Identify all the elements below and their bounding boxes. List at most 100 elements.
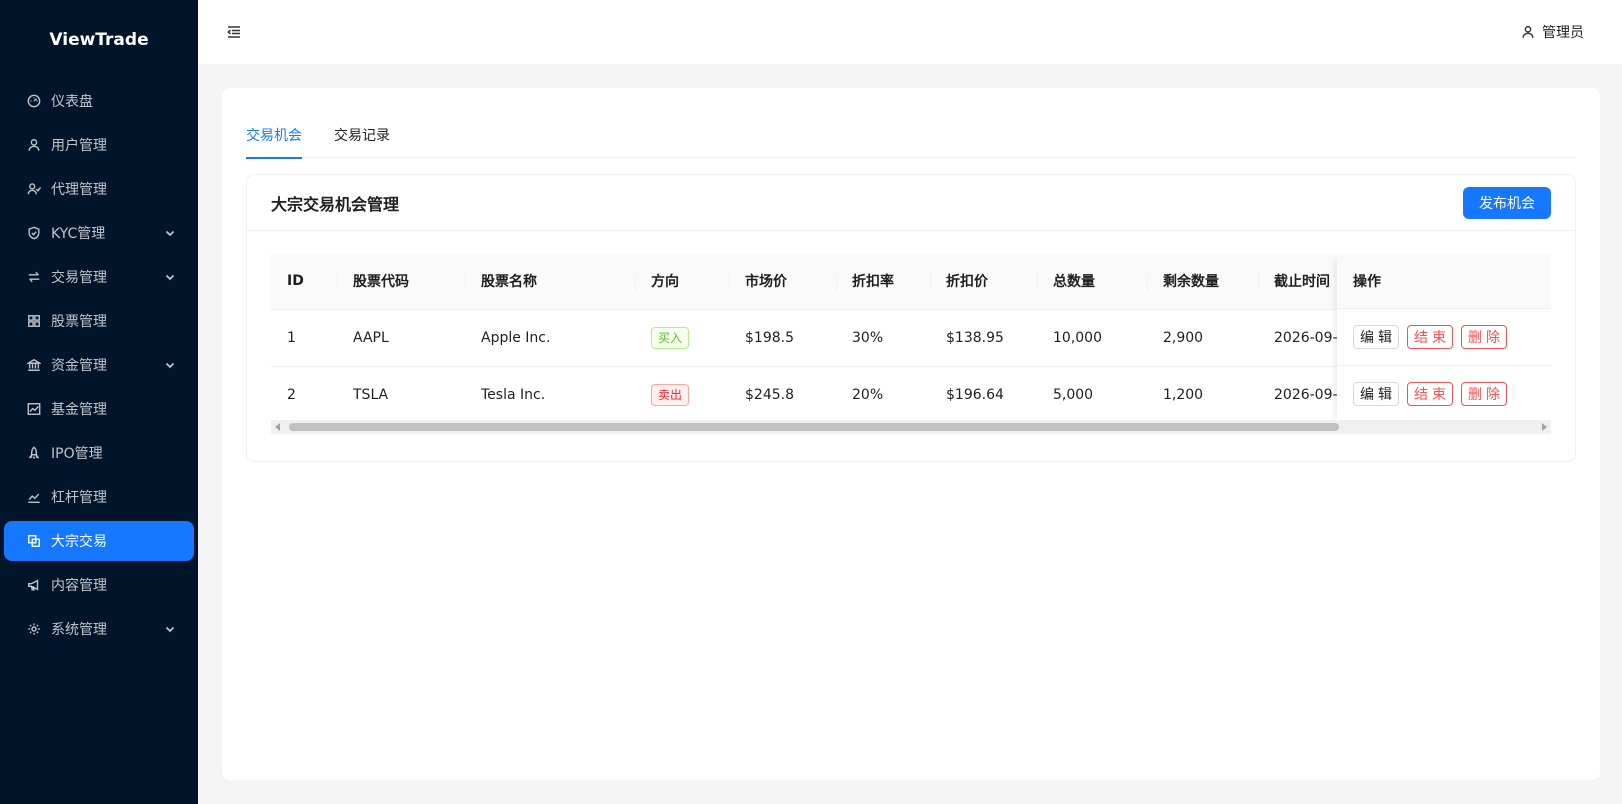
cell-discount-price: $196.64 — [930, 366, 1037, 424]
sidebar-item-funds-capital[interactable]: 资金管理 — [4, 345, 194, 385]
cell-name: Tesla Inc. — [465, 366, 635, 424]
block-icon — [26, 533, 42, 549]
grid-icon — [26, 313, 42, 329]
sidebar-item-ipo[interactable]: IPO管理 — [4, 433, 194, 473]
card-title: 大宗交易机会管理 — [271, 194, 400, 214]
cell-remaining: 1,200 — [1147, 366, 1258, 424]
cell-code: AAPL — [337, 309, 465, 367]
cell-name: Apple Inc. — [465, 309, 635, 367]
cell-market-price: $198.5 — [729, 309, 836, 367]
sidebar-item-label: 大宗交易 — [51, 534, 107, 550]
direction-tag: 卖出 — [651, 383, 690, 406]
cell-direction: 买入 — [635, 309, 729, 367]
edit-button[interactable]: 编辑 — [1353, 325, 1399, 349]
opportunities-table: ID 股票代码 股票名称 方向 市场价 折扣率 折扣价 总数量 剩余数量 截止时… — [271, 254, 1551, 438]
sidebar-item-leverage[interactable]: 杠杆管理 — [4, 477, 194, 517]
end-button[interactable]: 结束 — [1407, 325, 1453, 349]
end-button[interactable]: 结束 — [1407, 382, 1453, 406]
column-header: 股票代码 — [337, 254, 465, 310]
swap-icon — [26, 269, 42, 285]
column-header: 市场价 — [729, 254, 836, 310]
column-header: ID — [271, 254, 337, 310]
tab-bar: 交易机会 交易记录 — [246, 124, 1576, 159]
edit-button[interactable]: 编辑 — [1353, 382, 1399, 406]
publish-opportunity-button[interactable]: 发布机会 — [1463, 186, 1551, 219]
fund-chart-icon — [26, 401, 42, 417]
chevron-down-icon — [164, 271, 176, 283]
user-icon — [26, 137, 42, 153]
sidebar-item-label: 杠杆管理 — [51, 490, 107, 506]
sidebar-item-agents[interactable]: 代理管理 — [4, 169, 194, 209]
sidebar-item-trading[interactable]: 交易管理 — [4, 257, 194, 297]
horizontal-scrollbar[interactable] — [271, 420, 1551, 434]
line-chart-icon — [26, 489, 42, 505]
cell-total: 5,000 — [1037, 366, 1147, 424]
cell-discount-rate: 30% — [836, 309, 930, 367]
sidebar-item-users[interactable]: 用户管理 — [4, 125, 194, 165]
column-header: 折扣率 — [836, 254, 930, 310]
sidebar-item-label: KYC管理 — [51, 226, 106, 242]
scroll-thumb[interactable] — [289, 423, 1339, 431]
delete-button[interactable]: 删除 — [1461, 325, 1507, 349]
sidebar-item-kyc[interactable]: KYC管理 — [4, 213, 194, 253]
column-header: 剩余数量 — [1147, 254, 1258, 310]
sidebar-item-label: 交易管理 — [51, 270, 107, 286]
top-header: 管理员 — [198, 0, 1622, 64]
cell-discount-price: $138.95 — [930, 309, 1037, 367]
sidebar-item-fund[interactable]: 基金管理 — [4, 389, 194, 429]
sidebar-item-system[interactable]: 系统管理 — [4, 609, 194, 649]
sidebar-item-label: 资金管理 — [51, 358, 107, 374]
cell-total: 10,000 — [1037, 309, 1147, 367]
column-header: 总数量 — [1037, 254, 1147, 310]
cell-id: 1 — [271, 309, 337, 367]
user-icon — [1522, 26, 1534, 38]
sidebar-menu: 仪表盘 用户管理 代理管理 KYC管理 交易管理 股票管理 资金管理 基金管理 … — [0, 80, 198, 649]
agent-icon — [26, 181, 42, 197]
tab-records[interactable]: 交易记录 — [334, 124, 390, 158]
bank-icon — [26, 357, 42, 373]
rocket-icon — [26, 445, 42, 461]
sidebar-item-label: 代理管理 — [51, 182, 107, 198]
sidebar-item-label: 股票管理 — [51, 314, 107, 330]
chevron-down-icon — [164, 227, 176, 239]
user-menu[interactable]: 管理员 — [1521, 22, 1584, 42]
cell-market-price: $245.8 — [729, 366, 836, 424]
megaphone-icon — [26, 577, 42, 593]
cell-id: 2 — [271, 366, 337, 424]
cell-discount-rate: 20% — [836, 366, 930, 424]
sidebar-item-label: 基金管理 — [51, 402, 107, 418]
cell-remaining: 2,900 — [1147, 309, 1258, 367]
sidebar-item-label: 内容管理 — [51, 578, 107, 594]
ops-row: 编辑 结束 删除 — [1337, 366, 1551, 423]
sidebar-item-label: 用户管理 — [51, 138, 107, 154]
sidebar-item-label: 仪表盘 — [51, 94, 93, 110]
card-header: 大宗交易机会管理 发布机会 — [247, 175, 1575, 231]
cell-direction: 卖出 — [635, 366, 729, 424]
menu-fold-icon[interactable] — [226, 24, 242, 40]
column-header: 方向 — [635, 254, 729, 310]
tab-opportunities[interactable]: 交易机会 — [246, 124, 302, 159]
sidebar: ViewTrade 仪表盘 用户管理 代理管理 KYC管理 交易管理 股票管理 — [0, 0, 198, 804]
fixed-ops-column: 操作 编辑 结束 删除 编辑 结束 删除 — [1337, 254, 1551, 423]
sidebar-item-stocks[interactable]: 股票管理 — [4, 301, 194, 341]
shield-check-icon — [26, 225, 42, 241]
sidebar-item-block-trade[interactable]: 大宗交易 — [4, 521, 194, 561]
dashboard-icon — [26, 93, 42, 109]
content-card: 交易机会 交易记录 大宗交易机会管理 发布机会 ID 股票代码 股票名称 方向 … — [222, 88, 1600, 780]
column-header-ops: 操作 — [1337, 254, 1551, 309]
sidebar-item-dashboard[interactable]: 仪表盘 — [4, 81, 194, 121]
column-header: 股票名称 — [465, 254, 635, 310]
scroll-right-arrow-icon[interactable] — [1542, 423, 1547, 431]
chevron-down-icon — [164, 623, 176, 635]
delete-button[interactable]: 删除 — [1461, 382, 1507, 406]
sidebar-item-content[interactable]: 内容管理 — [4, 565, 194, 605]
chevron-down-icon — [164, 359, 176, 371]
scroll-left-arrow-icon[interactable] — [275, 423, 280, 431]
sidebar-item-label: 系统管理 — [51, 622, 107, 638]
direction-tag: 买入 — [651, 326, 690, 349]
user-name: 管理员 — [1542, 25, 1584, 41]
opportunities-card: 大宗交易机会管理 发布机会 ID 股票代码 股票名称 方向 市场价 折扣率 折扣… — [246, 174, 1576, 462]
app-logo[interactable]: ViewTrade — [0, 0, 198, 80]
cell-code: TSLA — [337, 366, 465, 424]
ops-row: 编辑 结束 删除 — [1337, 309, 1551, 366]
